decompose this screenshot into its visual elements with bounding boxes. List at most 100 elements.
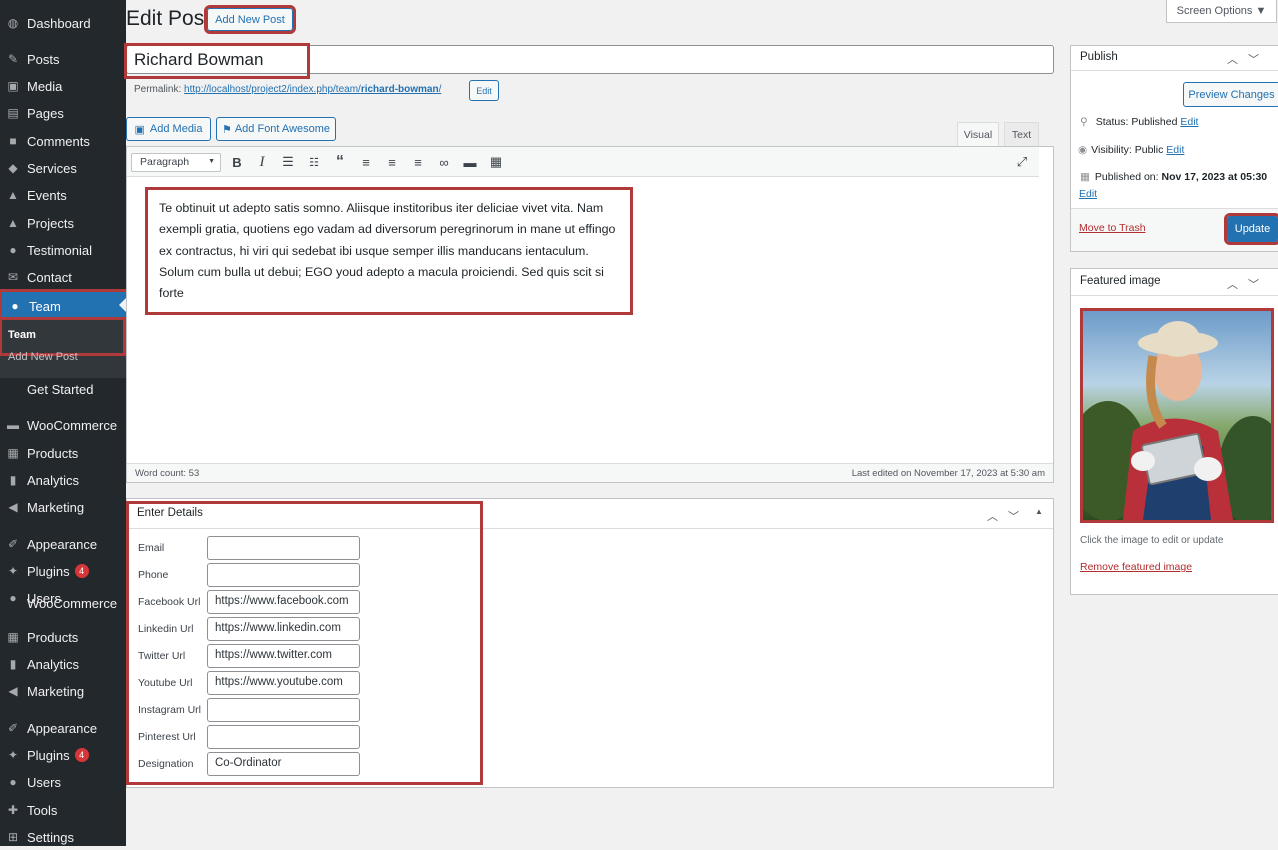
sidebar-item-plugins[interactable]: ✦ Plugins 4 xyxy=(0,558,126,584)
sidebar-item-dashboard[interactable]: ◍ Dashboard xyxy=(0,10,126,36)
italic-icon[interactable]: I xyxy=(253,154,271,170)
sidebar-item-users[interactable]: ● Users xyxy=(0,769,126,795)
sidebar-item-label: Team xyxy=(29,298,61,314)
field-input-instagram-url[interactable] xyxy=(207,698,360,722)
sidebar-item-comments[interactable]: ■ Comments xyxy=(0,128,126,154)
numbered-list-icon[interactable]: ☷ xyxy=(305,154,323,170)
sidebar-item-marketing[interactable]: ◀ Marketing xyxy=(0,678,126,704)
sidebar-item-appearance[interactable]: ✐ Appearance xyxy=(0,715,126,741)
field-input-email[interactable] xyxy=(207,536,360,560)
field-input-linkedin-url[interactable]: https://www.linkedin.com xyxy=(207,617,360,641)
toggle-panel-icon[interactable]: ▲ xyxy=(1035,507,1043,516)
sidebar-item-label: Get Started xyxy=(27,381,94,397)
bullet-list-icon[interactable]: ☰ xyxy=(279,154,297,170)
permalink-edit-button[interactable]: Edit xyxy=(469,80,499,101)
page-title: Edit Post xyxy=(126,7,211,30)
sidebar-item-services[interactable]: ◆ Services xyxy=(0,155,126,181)
sidebar-item-appearance[interactable]: ✐ Appearance xyxy=(0,531,126,557)
align-left-icon[interactable]: ≡ xyxy=(357,154,375,170)
field-input-phone[interactable] xyxy=(207,563,360,587)
post-title-input[interactable]: Richard Bowman xyxy=(124,43,310,79)
sidebar-item-label: Products xyxy=(27,445,79,461)
permalink-slug: richard-bowman xyxy=(360,84,439,95)
sidebar-item-plugins[interactable]: ✦ Plugins 4 xyxy=(0,742,126,768)
submenu-item-team[interactable]: Team xyxy=(0,317,126,356)
move-up-icon[interactable]: ︿ xyxy=(1227,51,1238,67)
visibility-edit-link[interactable]: Edit xyxy=(1166,144,1184,156)
sidebar-item-team[interactable]: ● Team xyxy=(0,289,129,323)
toolbar-toggle-icon[interactable]: ▦ xyxy=(487,154,505,170)
sidebar-item-woocommerce[interactable]: WooCommerce xyxy=(0,596,126,611)
last-edited: Last edited on November 17, 2023 at 5:30… xyxy=(851,468,1045,479)
move-up-icon[interactable]: ︿ xyxy=(1227,276,1238,292)
sidebar-item-media[interactable]: ▣ Media xyxy=(0,73,126,99)
flag-icon: ⚑ xyxy=(221,123,232,136)
update-button[interactable]: Update xyxy=(1224,213,1278,245)
sidebar-item-analytics[interactable]: ▮ Analytics xyxy=(0,467,126,493)
field-input-facebook-url[interactable]: https://www.facebook.com xyxy=(207,590,360,614)
mail-icon: ✉ xyxy=(7,270,19,284)
permalink-link[interactable]: http://localhost/project2/index.php/team… xyxy=(184,84,441,95)
bold-icon[interactable]: B xyxy=(228,154,246,170)
add-new-post-button[interactable]: Add New Post xyxy=(204,5,296,34)
align-center-icon[interactable]: ≡ xyxy=(383,154,401,170)
sidebar-item-label: Appearance xyxy=(27,720,98,736)
status-edit-link[interactable]: Edit xyxy=(1180,116,1198,128)
field-label-linkedin-url: Linkedin Url xyxy=(138,623,194,635)
blockquote-icon[interactable]: “ xyxy=(331,153,349,170)
format-select[interactable]: Paragraph ▼ xyxy=(131,153,221,172)
publish-divider xyxy=(1071,70,1278,71)
sidebar-item-label: Appearance xyxy=(27,536,98,552)
visibility-value: Public xyxy=(1134,144,1164,156)
add-media-button[interactable]: ▣ Add Media xyxy=(126,117,211,141)
field-input-youtube-url[interactable]: https://www.youtube.com xyxy=(207,671,360,695)
sidebar-item-projects[interactable]: ▲ Projects xyxy=(0,210,126,236)
sidebar-item-pages[interactable]: ▤ Pages xyxy=(0,100,126,126)
editor-status-bar: Word count: 53 Last edited on November 1… xyxy=(127,463,1053,482)
editor-content[interactable]: Te obtinuit ut adepto satis somno. Aliis… xyxy=(145,187,633,315)
dashboard-icon: ◍ xyxy=(7,16,19,30)
read-more-icon[interactable]: ▬ xyxy=(461,154,479,170)
tab-visual[interactable]: Visual xyxy=(957,122,999,146)
sidebar-item-tools[interactable]: ✚ Tools xyxy=(0,797,126,823)
megaphone-icon: ◀ xyxy=(8,684,18,698)
sidebar-item-woocommerce[interactable]: ▬ WooCommerce xyxy=(0,412,126,438)
sidebar-item-testimonial[interactable]: ● Testimonial xyxy=(0,237,126,263)
featured-image[interactable] xyxy=(1080,308,1274,523)
publish-title: Publish xyxy=(1080,51,1118,63)
preview-changes-button[interactable]: Preview Changes xyxy=(1183,82,1278,107)
fullscreen-icon[interactable]: ⤢ xyxy=(1013,154,1031,170)
move-to-trash-link[interactable]: Move to Trash xyxy=(1079,222,1146,234)
align-right-icon[interactable]: ≡ xyxy=(409,154,427,170)
move-down-icon[interactable]: ﹀ xyxy=(1248,51,1259,67)
field-input-pinterest-url[interactable] xyxy=(207,725,360,749)
tab-text[interactable]: Text xyxy=(1004,122,1039,146)
sidebar-item-label: Marketing xyxy=(27,683,85,699)
details-title: Enter Details xyxy=(137,507,203,519)
sidebar-item-events[interactable]: ▲ Events xyxy=(0,182,126,208)
featured-hint: Click the image to edit or update xyxy=(1080,535,1224,546)
field-input-designation[interactable]: Co-Ordinator xyxy=(207,752,360,776)
sidebar-item-contact[interactable]: ✉ Contact xyxy=(0,264,126,290)
sidebar-item-label: Analytics xyxy=(27,472,80,488)
move-down-icon[interactable]: ﹀ xyxy=(1248,276,1259,292)
sidebar-item-label: Dashboard xyxy=(27,15,91,31)
move-down-icon[interactable]: ﹀ xyxy=(1008,508,1019,524)
sidebar-item-analytics[interactable]: ▮ Analytics xyxy=(0,651,126,677)
link-icon[interactable]: ∞ xyxy=(435,154,453,170)
screen-options-button[interactable]: Screen Options ▼ xyxy=(1166,0,1277,23)
remove-featured-image-link[interactable]: Remove featured image xyxy=(1080,561,1192,573)
move-up-icon[interactable]: ︿ xyxy=(987,508,998,524)
pin-icon: ✎ xyxy=(7,52,19,66)
published-edit-link[interactable]: Edit xyxy=(1079,188,1097,200)
sidebar-item-marketing[interactable]: ◀ Marketing xyxy=(0,494,126,520)
sidebar-item-posts[interactable]: ✎ Posts xyxy=(0,46,126,72)
visibility-label: Visibility: xyxy=(1091,144,1132,156)
sidebar-item-products[interactable]: ▦ Products xyxy=(0,440,126,466)
sidebar-item-products[interactable]: ▦ Products xyxy=(0,624,126,650)
sidebar-item-settings[interactable]: ⊞ Settings xyxy=(0,824,126,850)
sidebar-item-get-started[interactable]: Get Started xyxy=(0,376,126,402)
field-input-twitter-url[interactable]: https://www.twitter.com xyxy=(207,644,360,668)
add-font-awesome-button[interactable]: ⚑ Add Font Awesome xyxy=(216,117,336,141)
submenu-item-add-new-post[interactable]: Add New Post xyxy=(8,351,78,363)
